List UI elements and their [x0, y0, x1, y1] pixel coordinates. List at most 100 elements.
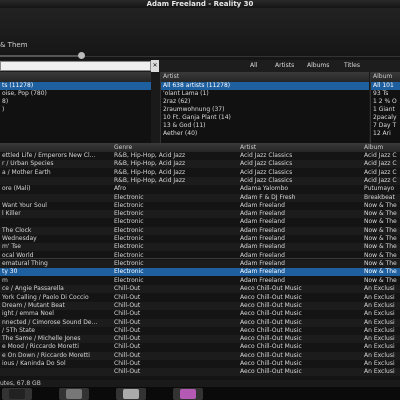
taskbar-item-app[interactable] — [2, 388, 32, 400]
genre-row[interactable]: ) — [0, 106, 151, 114]
track-list-header: Genre Artist Album — [0, 143, 400, 152]
table-row[interactable]: a / Mother Earth R&B, Hip-Hop, Acid Jazz A… — [0, 169, 400, 177]
cell-artist: Adam Freeland — [240, 201, 285, 209]
chat-icon — [180, 389, 196, 399]
genre-row[interactable] — [0, 114, 151, 122]
taskbar-item-files[interactable] — [116, 388, 146, 400]
table-row[interactable]: Electronic Adam Freeland Now & The — [0, 218, 400, 226]
seek-knob[interactable] — [78, 52, 85, 59]
table-row[interactable]: The Same / Michelle Jones Chill-Out Aeco C… — [0, 335, 400, 344]
table-row[interactable]: ight / emma Noel Chill-Out Aeco Chill-Out … — [0, 310, 400, 318]
table-row[interactable]: ty 30 Electronic Adam Freeland Now & The — [0, 268, 400, 277]
table-row[interactable]: l Killer Electronic Adam Freeland Now & The — [0, 210, 400, 219]
table-row[interactable]: e Mood / Riccardo Moretti Chill-Out Aeco C… — [0, 343, 400, 351]
cell-genre: Chill-Out — [114, 318, 141, 326]
cell-artist: Aeco Chill-Out Music — [240, 343, 302, 351]
table-row[interactable]: / 5Th State Chill-Out Aeco Chill-Out Music… — [0, 327, 400, 335]
cell-genre: R&B, Hip-Hop, Acid Jazz — [114, 160, 186, 168]
album-row[interactable]: 1 2 % O — [371, 98, 400, 106]
track-list: Genre Artist Album ettled Life / Emperor… — [0, 143, 400, 380]
column-album[interactable]: Album — [364, 143, 383, 152]
artist-row[interactable]: 10 Ft. Ganja Plant (14) — [161, 114, 369, 122]
cell-artist: Adam Freeland — [240, 259, 285, 267]
cell-album: An Exclusi — [364, 310, 395, 318]
album-row[interactable]: All 101 — [371, 82, 400, 90]
genre-row[interactable]: 8) — [0, 98, 151, 106]
filter-tab-all[interactable]: All — [250, 61, 257, 71]
genre-row[interactable] — [0, 122, 151, 130]
column-artist[interactable]: Artist — [240, 143, 256, 152]
table-row[interactable]: r / Urban Species R&B, Hip-Hop, Acid Jazz… — [0, 160, 400, 169]
table-row[interactable]: Want Your Soul Electronic Adam Freeland Now… — [0, 202, 400, 210]
seek-bar-remaining[interactable] — [78, 56, 400, 57]
cell-album: Now & The — [364, 243, 397, 251]
cell-album: An Exclusi — [364, 351, 395, 359]
taskbar-item-chat[interactable] — [173, 388, 203, 400]
cell-artist: Aeco Chill-Out Music — [240, 326, 302, 334]
cell-artist: Adam Freeland — [240, 210, 285, 218]
table-row[interactable]: R&B, Hip-Hop, Acid Jazz Acid Jazz Classic… — [0, 176, 400, 185]
album-row[interactable]: 7 Day T — [371, 122, 400, 130]
filter-tab-artists[interactable]: Artists — [275, 61, 294, 71]
table-row[interactable]: Dream / Mutant Beat Chill-Out Aeco Chill-O… — [0, 301, 400, 310]
cell-album: Now & The — [364, 210, 397, 218]
table-row[interactable]: ettled Life / Emperors New Cl... R&B, Hip… — [0, 152, 400, 160]
cell-genre: Chill-Out — [114, 326, 141, 334]
artist-row[interactable]: 2raz (62) — [161, 98, 369, 106]
album-pane-header[interactable]: Album — [371, 72, 400, 82]
cell-artist: Acid Jazz Classics — [240, 168, 293, 176]
cell-artist: Aeco Chill-Out Music — [240, 360, 302, 367]
taskbar-item-music[interactable] — [59, 388, 89, 400]
filter-tab-albums[interactable]: Albums — [307, 61, 329, 71]
genre-pane-header[interactable] — [0, 72, 151, 82]
genre-row[interactable]: oise, Pop (780) — [0, 90, 151, 98]
cell-artist: Acid Jazz Classics — [240, 152, 293, 159]
artist-row[interactable]: 'olant Lama (1) — [161, 90, 369, 98]
table-row[interactable]: e On Down / Riccardo Moretti Chill-Out Aec… — [0, 351, 400, 360]
cell-title: l Killer — [2, 210, 21, 218]
genre-row[interactable]: ts (11278) — [0, 82, 151, 90]
artist-row[interactable]: All 638 artists (11278) — [161, 82, 369, 90]
table-row[interactable]: nnected / Cimorose Sound De... Chill-Out A… — [0, 318, 400, 327]
table-row[interactable]: The Clock Electronic Adam Freeland Now & Th… — [0, 226, 400, 235]
album-row[interactable]: 93 Ts — [371, 90, 400, 98]
table-row[interactable]: ore (Mali) Afro Adama Yalombo Putumayo — [0, 185, 400, 193]
cell-artist: Aeco Chill-Out Music — [240, 301, 302, 309]
artist-row[interactable]: 13 & God (11) — [161, 122, 369, 130]
cell-album: An Exclusi — [364, 360, 395, 367]
table-row[interactable]: ematural Thing Electronic Adam Freeland Now… — [0, 259, 400, 268]
cell-artist: Aeco Chill-Out Music — [240, 310, 302, 318]
search-input[interactable] — [0, 61, 151, 71]
clear-search-button[interactable]: ✕ — [151, 60, 159, 72]
table-row[interactable]: Electronic Adam F & DJ Fresh Breakbeat — [0, 193, 400, 202]
cell-artist: Aeco Chill-Out Music — [240, 351, 302, 359]
table-row[interactable]: Chill-Out Aeco Chill-Out Music An Exclusi — [0, 368, 400, 377]
table-row[interactable]: ious / Kaninda Do Sol Chill-Out Aeco Chill… — [0, 360, 400, 368]
table-row[interactable]: York Calling / Paolo Di Coccio Chill-Out A… — [0, 294, 400, 302]
cell-genre: Electronic — [114, 193, 144, 201]
table-row[interactable]: ce / Angie Passarella Chill-Out Aeco Chill… — [0, 285, 400, 294]
cell-album: An Exclusi — [364, 335, 395, 343]
column-genre[interactable]: Genre — [114, 143, 132, 152]
cell-title: nnected / Cimorose Sound De... — [2, 318, 98, 326]
filter-tab-titles[interactable]: Titles — [344, 61, 360, 71]
cell-title: ematural Thing — [2, 259, 48, 267]
cell-title: / 5Th State — [2, 326, 36, 334]
artist-row[interactable]: 2raumwohnung (37) — [161, 106, 369, 114]
cell-genre: R&B, Hip-Hop, Acid Jazz — [114, 176, 186, 184]
cell-album: Acid Jazz C — [364, 160, 397, 168]
artist-pane-header[interactable]: Artist — [161, 72, 369, 82]
cell-artist: Aeco Chill-Out Music — [240, 335, 302, 343]
album-row[interactable]: 1 Giant — [371, 106, 400, 114]
genre-row[interactable] — [0, 130, 151, 138]
window-title: Adam Freeland - Reality 30 — [0, 0, 400, 8]
artist-row[interactable]: Aether (40) — [161, 130, 369, 138]
cell-album: Acid Jazz C — [364, 168, 397, 176]
table-row[interactable]: m' Tse Electronic Adam Freeland Now & The — [0, 243, 400, 252]
seek-bar[interactable] — [0, 55, 78, 57]
table-row[interactable]: m Electronic Adam Freeland Now & The — [0, 277, 400, 285]
cell-album: An Exclusi — [364, 343, 395, 351]
table-row[interactable]: Wednesday Electronic Adam Freeland Now & Th… — [0, 235, 400, 243]
album-row[interactable]: 2pacaly — [371, 114, 400, 122]
album-row[interactable]: 12 Ari — [371, 130, 400, 138]
